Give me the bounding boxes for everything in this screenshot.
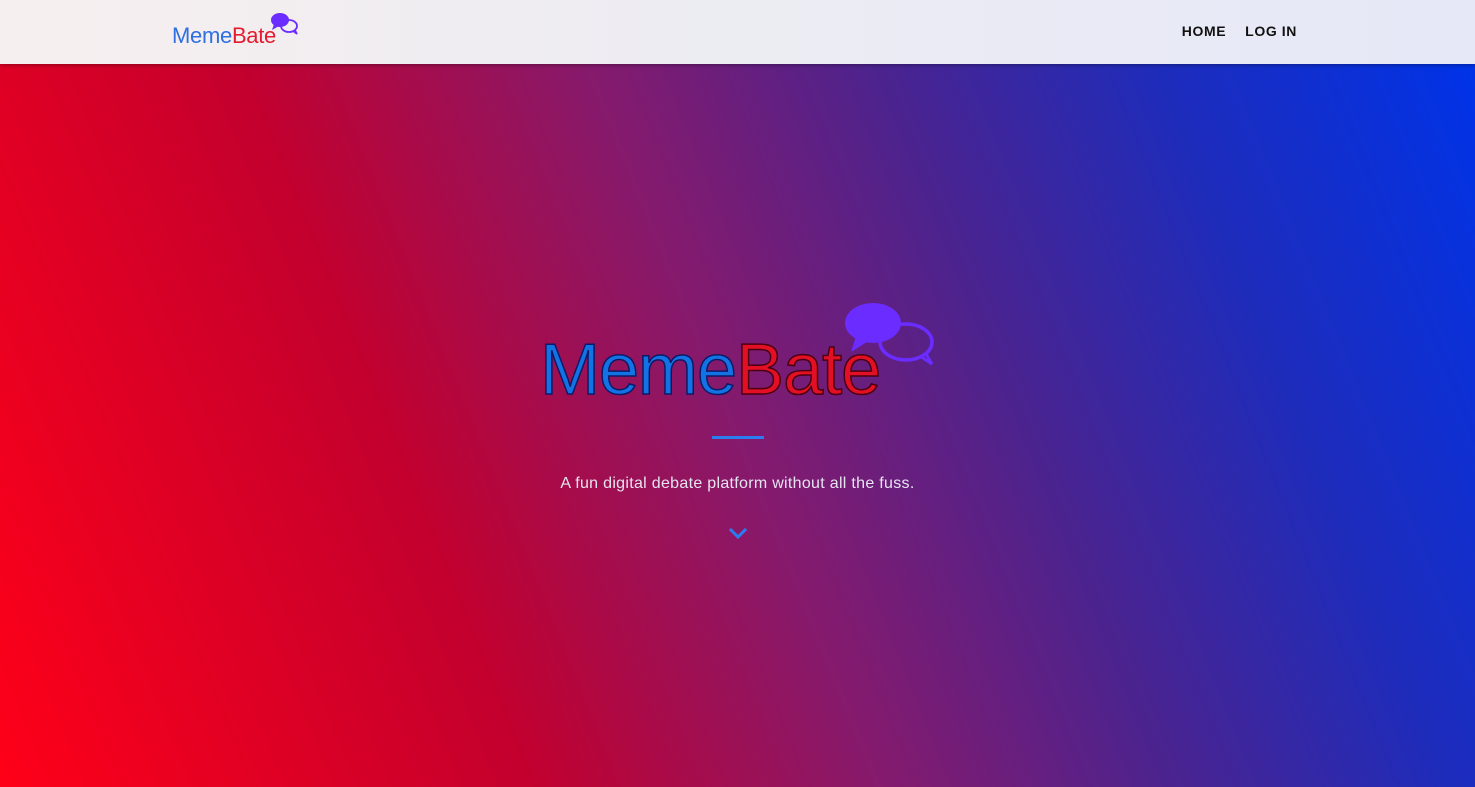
hero-divider xyxy=(712,436,764,439)
scroll-down-button[interactable] xyxy=(727,525,749,543)
hero-tagline: A fun digital debate platform without al… xyxy=(560,475,915,492)
logo-wordmark: MemeBate xyxy=(172,25,276,47)
hero-section xyxy=(0,64,1475,787)
hero-logo-text-meme: Meme xyxy=(539,330,738,410)
hero-speech-bubbles-icon xyxy=(845,303,934,366)
chevron-down-icon xyxy=(728,527,748,540)
site-logo-link[interactable]: MemeBate xyxy=(172,12,302,52)
main-nav: HOME LOG IN xyxy=(1182,23,1297,39)
hero-logo-wordmark: MemeBate xyxy=(539,333,882,407)
top-navbar: MemeBate HOME LOG IN xyxy=(0,0,1475,64)
speech-bubbles-icon xyxy=(271,13,298,35)
nav-home-link[interactable]: HOME xyxy=(1182,23,1226,39)
hero-logo: MemeBate xyxy=(539,300,940,410)
logo-text-meme: Meme xyxy=(172,23,232,48)
nav-login-link[interactable]: LOG IN xyxy=(1245,23,1297,39)
